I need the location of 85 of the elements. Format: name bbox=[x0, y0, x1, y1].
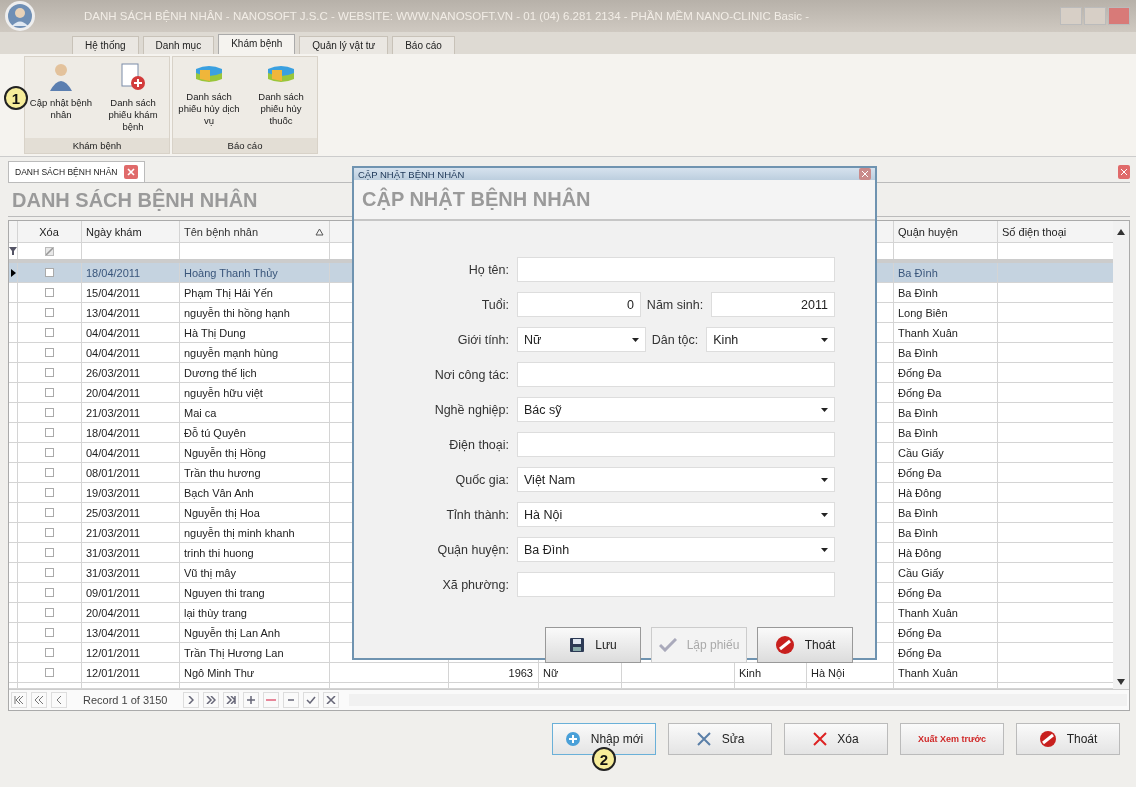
table-cell: Ba Đình bbox=[898, 406, 938, 419]
table-cell: nguyễn mạnh hùng bbox=[184, 346, 279, 359]
table-cell: 04/04/2011 bbox=[86, 346, 141, 359]
table-cell: 04/04/2011 bbox=[86, 326, 141, 339]
table-cell: 13/04/2011 bbox=[86, 626, 141, 639]
table-cell: Kinh bbox=[739, 666, 762, 679]
table-cell: Ba Đình bbox=[898, 286, 938, 299]
field-label: Xã phường: bbox=[441, 577, 510, 592]
table-cell: Ba Đình bbox=[898, 266, 938, 279]
table-cell: Mai ca bbox=[184, 406, 217, 419]
table-cell: Ba Đình bbox=[898, 426, 938, 439]
field-label: Họ tên: bbox=[467, 262, 510, 277]
field-label: Quốc gia: bbox=[454, 472, 510, 487]
field-label: Năm sinh: bbox=[645, 297, 705, 312]
table-cell: 12/01/2011 bbox=[86, 646, 141, 659]
table-cell: 25/03/2011 bbox=[86, 506, 141, 519]
field-label: Quận huyện: bbox=[436, 542, 510, 557]
table-cell: Bạch Vân Anh bbox=[184, 486, 254, 499]
table-cell: 15/04/2011 bbox=[86, 286, 141, 299]
table-cell: Dương thế lịch bbox=[184, 366, 257, 379]
table-cell: lại thùy trang bbox=[184, 606, 247, 619]
callout-badge: 2 bbox=[592, 747, 616, 771]
group-label: Khám bệnh bbox=[25, 138, 169, 153]
table-cell: Long Biên bbox=[898, 306, 948, 319]
table-cell: Đống Đa bbox=[898, 646, 942, 659]
table-cell: 20/04/2011 bbox=[86, 606, 141, 619]
table-cell: Đống Đa bbox=[898, 586, 942, 599]
table-cell: Trần Thị Hương Lan bbox=[184, 646, 284, 659]
table-cell: Trần thu hương bbox=[184, 466, 261, 479]
group-label: Báo cáo bbox=[173, 138, 317, 153]
table-cell: 1963 bbox=[508, 666, 533, 679]
table-cell: Phạm Thị Hải Yến bbox=[184, 286, 273, 299]
table-cell: Đống Đa bbox=[898, 366, 942, 379]
table-cell: Nguyễn thị Hoa bbox=[184, 506, 260, 519]
table-cell: Nguyen thi trang bbox=[184, 586, 265, 599]
table-cell: 26/03/2011 bbox=[86, 366, 141, 379]
table-cell: Vũ thị mây bbox=[184, 566, 236, 579]
table-cell: Đống Đa bbox=[898, 626, 942, 639]
table-cell: Ba Đình bbox=[898, 526, 938, 539]
field-label: Nghề nghiệp: bbox=[433, 402, 510, 417]
table-cell: Cầu Giấy bbox=[898, 566, 944, 579]
table-cell: Đống Đa bbox=[898, 386, 942, 399]
table-cell: 19/03/2011 bbox=[86, 486, 141, 499]
table-cell: 31/03/2011 bbox=[86, 546, 141, 559]
table-cell: Ngô Minh Thư bbox=[184, 666, 255, 679]
table-cell: Thanh Xuân bbox=[898, 666, 958, 679]
table-cell: Hoàng Thanh Thủy bbox=[184, 266, 278, 279]
callout-badge: 1 bbox=[4, 86, 28, 110]
table-cell: Nữ bbox=[543, 666, 559, 679]
field-label: Giới tính: bbox=[456, 332, 510, 347]
table-cell: Cầu Giấy bbox=[898, 446, 944, 459]
table-cell: Ba Đình bbox=[898, 506, 938, 519]
table-cell: 20/04/2011 bbox=[86, 386, 141, 399]
table-cell: 18/04/2011 bbox=[86, 426, 141, 439]
table-cell: nguyễn thị minh khanh bbox=[184, 526, 295, 539]
table-cell: 31/03/2011 bbox=[86, 566, 141, 579]
field-label: Dân tộc: bbox=[650, 332, 700, 347]
field-label: Tuổi: bbox=[480, 297, 510, 312]
table-cell: 12/01/2011 bbox=[86, 666, 141, 679]
table-cell: 08/01/2011 bbox=[86, 466, 141, 479]
table-cell: 09/01/2011 bbox=[86, 586, 141, 599]
table-cell: trinh thi huong bbox=[184, 546, 254, 559]
table-cell: 04/04/2011 bbox=[86, 446, 141, 459]
table-cell: 21/03/2011 bbox=[86, 526, 141, 539]
table-cell: nguyễn thi hồng hạnh bbox=[184, 306, 290, 319]
table-cell: Đống Đa bbox=[898, 466, 942, 479]
table-cell: Hà Đông bbox=[898, 546, 942, 559]
table-cell: 18/04/2011 bbox=[86, 266, 141, 279]
table-cell: Nguyễn thị Hồng bbox=[184, 446, 266, 459]
table-cell: Ba Đình bbox=[898, 346, 938, 359]
table-cell: 13/04/2011 bbox=[86, 306, 141, 319]
table-cell: Đỗ tú Quyên bbox=[184, 426, 246, 439]
record-counter: Record 1 of 3150 bbox=[82, 694, 169, 706]
table-cell: Thanh Xuân bbox=[898, 606, 958, 619]
table-cell: nguyễn hữu việt bbox=[184, 386, 263, 399]
table-cell: 21/03/2011 bbox=[86, 406, 141, 419]
dialog-title: CẬP NHẬT BỆNH NHÂN bbox=[358, 168, 465, 180]
table-cell: Hà Thị Dung bbox=[184, 326, 246, 339]
table-cell: Hà Nội bbox=[811, 666, 845, 679]
table-cell: Nguyễn thị Lan Anh bbox=[184, 626, 281, 639]
field-label: Tỉnh thành: bbox=[445, 507, 510, 522]
field-label: Điện thoại: bbox=[448, 437, 510, 452]
field-label: Nơi công tác: bbox=[433, 367, 510, 382]
table-cell: Thanh Xuân bbox=[898, 326, 958, 339]
table-cell: Hà Đông bbox=[898, 486, 942, 499]
